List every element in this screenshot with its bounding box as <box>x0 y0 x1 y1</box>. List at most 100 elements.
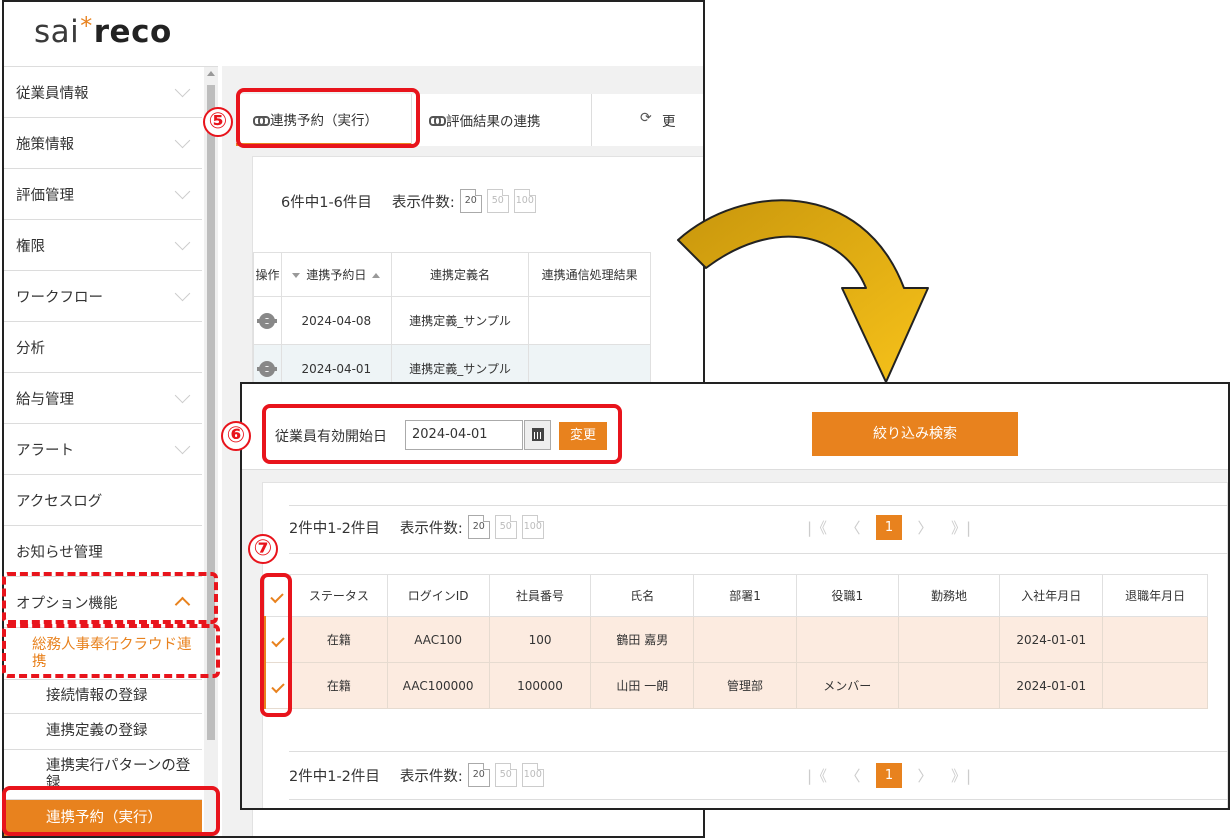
sidebar-item-payroll[interactable]: 給与管理 <box>4 373 202 424</box>
page-size-20-button[interactable]: 20 <box>467 515 490 539</box>
sidebar-subitem-connection[interactable]: 接続情報の登録 <box>4 680 202 714</box>
sidebar-subitem-definition[interactable]: 連携定義の登録 <box>4 714 202 750</box>
last-page-button[interactable]: 》| <box>948 765 974 786</box>
column-header-action: 操作 <box>253 252 282 297</box>
pagination: |《 〈 1 〉 》| <box>799 515 979 540</box>
reservation-table: 操作 連携予約日 連携定義名 連携通信処理結果 2024-04-08 連携定義_… <box>253 252 651 393</box>
column-header-definition: 連携定義名 <box>390 252 530 297</box>
page-size-20-button[interactable]: 20 <box>467 763 490 787</box>
first-page-button[interactable]: |《 <box>804 765 830 786</box>
column-header-join-date: 入社年月日 <box>999 574 1104 617</box>
page-size-50-button[interactable]: 50 <box>494 763 517 787</box>
result-count: 2件中1-2件目 <box>289 520 380 537</box>
step-5-marker: ⑤ <box>203 107 233 137</box>
highlight-options-menu <box>2 572 218 624</box>
last-page-button[interactable]: 》| <box>948 517 974 538</box>
table-row[interactable]: 在籍 AAC100000 100000 山田 一朗 管理部 メンバー 2024-… <box>263 662 1208 709</box>
tab-evaluation-sync[interactable]: 評価結果の連携 <box>412 94 592 146</box>
gear-icon[interactable] <box>257 360 278 377</box>
page-size-50-button[interactable]: 50 <box>494 515 517 539</box>
page-size-50-button[interactable]: 50 <box>486 189 509 213</box>
row-leave-date <box>1102 616 1208 663</box>
tab-update[interactable]: ⟳ 更 <box>592 94 703 146</box>
step-6-marker: ⑥ <box>221 421 251 451</box>
chevron-down-icon <box>174 132 191 149</box>
page-size-label: 表示件数: <box>399 768 463 785</box>
highlight-reservation-menu <box>2 786 220 836</box>
page-size-100-button[interactable]: 100 <box>521 763 544 787</box>
column-header-result: 連携通信処理結果 <box>528 252 651 297</box>
logo-star-icon: * <box>80 12 93 40</box>
next-page-button[interactable]: 〉 <box>912 765 938 786</box>
row-name: 鶴田 嘉男 <box>590 616 695 663</box>
curved-arrow <box>677 199 929 383</box>
row-login-id: AAC100 <box>386 616 490 663</box>
row-join-date: 2024-01-01 <box>999 662 1104 709</box>
column-header-login-id: ログインID <box>386 574 490 617</box>
refresh-icon: ⟳ <box>640 110 652 126</box>
row-status: 在籍 <box>289 616 388 663</box>
table-row: 2024-04-08 連携定義_サンプル <box>253 296 651 345</box>
sidebar-item-access-log[interactable]: アクセスログ <box>4 475 202 526</box>
sidebar-item-evaluation[interactable]: 評価管理 <box>4 169 202 220</box>
page-size-100-button[interactable]: 100 <box>513 189 536 213</box>
row-dept <box>693 616 797 663</box>
sidebar-item-employee-info[interactable]: 従業員情報 <box>4 67 202 118</box>
employee-list-card: 2件中1-2件目 表示件数: 20 50 100 |《 〈 1 〉 》| ステー… <box>262 482 1228 808</box>
first-page-button[interactable]: |《 <box>804 517 830 538</box>
row-action-cell[interactable] <box>253 296 282 345</box>
link-icon <box>429 116 446 126</box>
sidebar: 従業員情報 施策情報 評価管理 権限 ワークフロー 分析 給与管理 アラート ア… <box>4 66 218 836</box>
row-result <box>528 296 651 345</box>
sidebar-item-analysis[interactable]: 分析 <box>4 322 202 373</box>
column-header-leave-date: 退職年月日 <box>1102 574 1208 617</box>
page-size-20-button[interactable]: 20 <box>459 189 482 213</box>
step-7-marker: ⑦ <box>248 534 278 564</box>
row-employee-no: 100000 <box>488 662 592 709</box>
sidebar-item-workflow[interactable]: ワークフロー <box>4 271 202 322</box>
page-size-100-button[interactable]: 100 <box>521 515 544 539</box>
sort-asc-icon[interactable] <box>372 273 381 278</box>
filter-search-button[interactable]: 絞り込み検索 <box>812 412 1018 456</box>
table-row[interactable]: 在籍 AAC100 100 鶴田 嘉男 2024-01-01 <box>263 616 1208 663</box>
row-date: 2024-04-08 <box>280 296 392 345</box>
column-header-office: 勤務地 <box>897 574 1001 617</box>
chevron-down-icon <box>174 234 191 251</box>
employee-table: ステータス ログインID 社員番号 氏名 部署1 役職1 勤務地 入社年月日 退… <box>263 574 1208 709</box>
row-login-id: AAC100000 <box>386 662 490 709</box>
prev-page-button[interactable]: 〈 <box>840 517 866 538</box>
row-definition: 連携定義_サンプル <box>390 296 530 345</box>
scroll-up-icon[interactable] <box>207 71 215 76</box>
chevron-down-icon <box>174 183 191 200</box>
next-page-button[interactable]: 〉 <box>912 517 938 538</box>
sidebar-item-policy-info[interactable]: 施策情報 <box>4 118 202 169</box>
column-header-date[interactable]: 連携予約日 <box>280 252 392 297</box>
current-page-button[interactable]: 1 <box>876 763 902 788</box>
sidebar-scrollbar[interactable] <box>204 67 218 836</box>
table-header-row: ステータス ログインID 社員番号 氏名 部署1 役職1 勤務地 入社年月日 退… <box>264 574 1208 617</box>
highlight-bugyo-group <box>2 624 220 678</box>
pagination-bottom: |《 〈 1 〉 》| <box>799 763 979 788</box>
divider <box>289 553 1228 554</box>
column-header-name: 氏名 <box>590 574 695 617</box>
sort-desc-icon[interactable] <box>292 273 301 278</box>
highlight-date-filter <box>262 404 622 464</box>
result-count-line: 2件中1-2件目 表示件数: 20 50 100 <box>289 515 544 539</box>
chevron-down-icon <box>174 438 191 455</box>
page-size-label: 表示件数: <box>399 520 463 537</box>
gear-icon[interactable] <box>257 312 278 329</box>
sidebar-item-notices[interactable]: お知らせ管理 <box>4 526 202 577</box>
row-join-date: 2024-01-01 <box>999 616 1104 663</box>
result-count: 2件中1-2件目 <box>289 768 380 785</box>
row-office <box>897 662 1001 709</box>
chevron-down-icon <box>174 285 191 302</box>
prev-page-button[interactable]: 〈 <box>840 765 866 786</box>
column-header-status: ステータス <box>289 574 388 617</box>
current-page-button[interactable]: 1 <box>876 515 902 540</box>
highlight-tab-reservation <box>236 88 420 148</box>
row-employee-no: 100 <box>488 616 592 663</box>
divider <box>289 505 1228 506</box>
sidebar-item-alert[interactable]: アラート <box>4 424 202 475</box>
page-size-label: 表示件数: <box>391 194 455 211</box>
sidebar-item-permissions[interactable]: 権限 <box>4 220 202 271</box>
